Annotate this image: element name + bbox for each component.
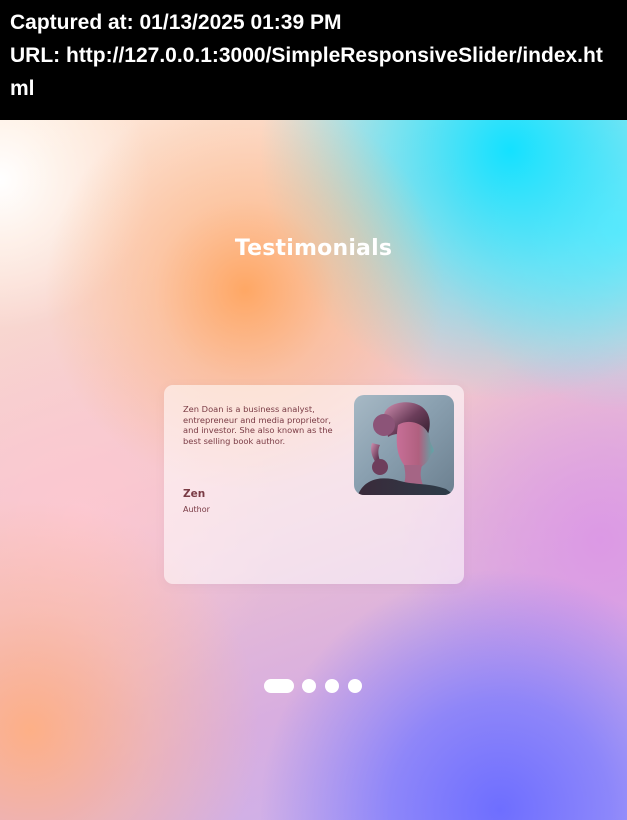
portrait-photo-icon: [354, 395, 454, 495]
page-background: Testimonials Zen Doan is a business anal…: [0, 120, 627, 820]
slider-dot-2[interactable]: [302, 679, 316, 693]
capture-header: Captured at: 01/13/2025 01:39 PM URL: ht…: [0, 0, 627, 120]
captured-at-text: Captured at: 01/13/2025 01:39 PM: [10, 11, 342, 34]
slider-dot-1[interactable]: [264, 679, 294, 693]
testimonial-name: Zen: [183, 488, 206, 500]
slider-dot-4[interactable]: [348, 679, 362, 693]
testimonial-quote: Zen Doan is a business analyst, entrepre…: [183, 404, 333, 446]
url-text: URL: http://127.0.0.1:3000/SimpleRespons…: [10, 44, 603, 100]
page-title: Testimonials: [234, 236, 393, 261]
testimonial-card: Zen Doan is a business analyst, entrepre…: [164, 385, 464, 584]
slider-pagination: [0, 679, 627, 693]
slider-dot-3[interactable]: [325, 679, 339, 693]
testimonial-role: Author: [183, 505, 210, 514]
